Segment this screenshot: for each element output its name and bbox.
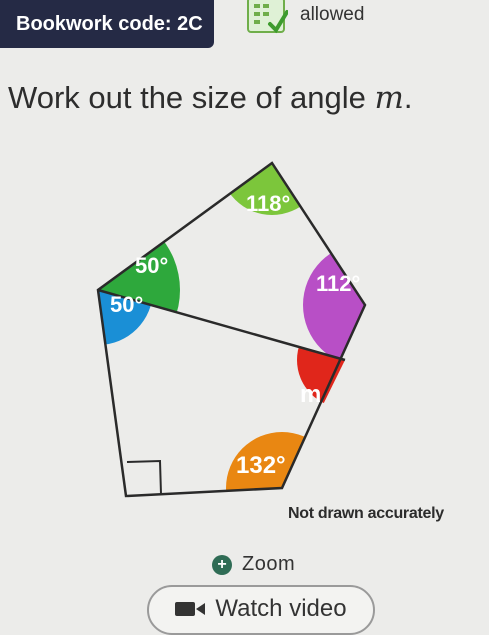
watch-video-button[interactable]: Watch video (147, 585, 375, 635)
angle-label-50-bottom: 50° (110, 292, 143, 317)
angle-label-112: 112° (316, 271, 360, 296)
bookwork-code-label: Bookwork code: 2C (16, 12, 203, 35)
calculator-icon (247, 0, 288, 34)
angle-label-50-top: 50° (135, 253, 168, 278)
question-variable: m (374, 80, 404, 116)
pentagon-diagram: 118° 50° 50° 112° m 132° (96, 161, 367, 498)
watch-video-label: Watch video (215, 595, 347, 622)
zoom-button[interactable]: + Zoom (212, 553, 295, 576)
not-drawn-accurately-note: Not drawn accurately (288, 505, 444, 522)
zoom-label: Zoom (242, 553, 296, 575)
question-text: Work out the size of angle m. (8, 80, 413, 116)
question-prefix: Work out the size of angle (8, 80, 375, 115)
angle-label-132: 132° (236, 452, 286, 479)
question-suffix: . (403, 80, 413, 115)
right-angle-marker (126, 459, 162, 495)
bookwork-code-badge: Bookwork code: 2C (0, 0, 214, 48)
angle-label-118: 118° (246, 191, 290, 216)
zoom-in-icon: + (212, 554, 232, 575)
calculator-status: allowed (300, 4, 365, 25)
angle-label-m: m (300, 381, 321, 408)
